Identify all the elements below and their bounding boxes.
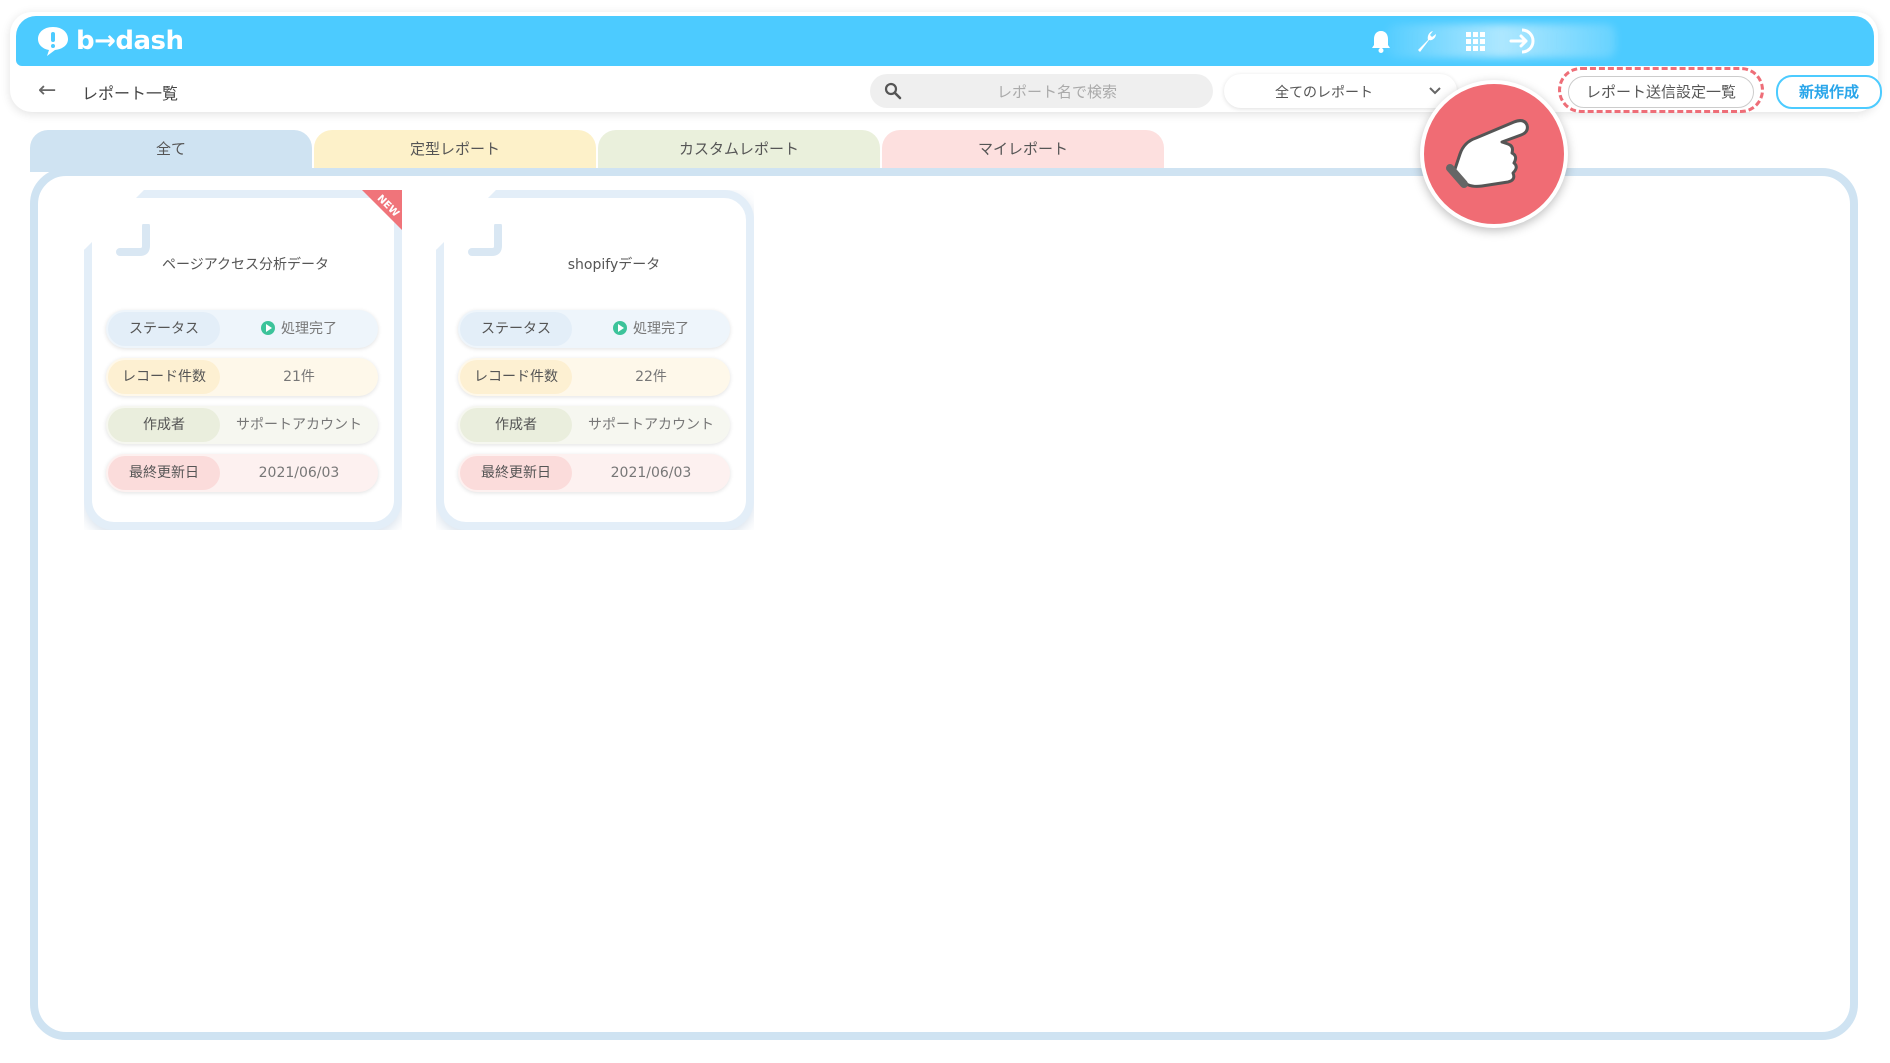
status-row: ステータス 処理完了: [458, 310, 730, 348]
grid-icon[interactable]: [1460, 26, 1490, 56]
card-title: ページアクセス分析データ: [162, 257, 330, 273]
new-badge: NEW: [352, 190, 402, 240]
bell-icon[interactable]: [1366, 26, 1396, 56]
record-count-row: レコード件数 22件: [458, 358, 730, 396]
author-label: 作成者: [108, 408, 220, 442]
highlight-ring: [1558, 67, 1764, 113]
record-count-label: レコード件数: [108, 360, 220, 394]
tab-all[interactable]: 全て: [30, 130, 312, 172]
status-label: ステータス: [108, 312, 220, 346]
report-filter-value: 全てのレポート: [1275, 85, 1373, 101]
status-row: ステータス 処理完了: [106, 310, 378, 348]
author-value: サポートアカウント: [588, 417, 714, 433]
tab-custom[interactable]: カスタムレポート: [598, 130, 880, 172]
document-corner-icon: [468, 224, 502, 256]
updated-row: 最終更新日 2021/06/03: [458, 454, 730, 492]
updated-label: 最終更新日: [108, 456, 220, 490]
tab-my-reports[interactable]: マイレポート: [882, 130, 1164, 172]
status-value: 処理完了: [576, 310, 726, 348]
author-value: サポートアカウント: [236, 417, 362, 433]
updated-value: 2021/06/03: [610, 465, 692, 481]
page-title: レポート一覧: [82, 84, 179, 103]
status-label: ステータス: [460, 312, 572, 346]
report-filter-select[interactable]: 全てのレポート: [1224, 74, 1457, 108]
logo-text: b→dash: [76, 26, 184, 56]
wrench-icon[interactable]: [1412, 26, 1442, 56]
author-row: 作成者 サポートアカウント: [458, 406, 730, 444]
search-box[interactable]: [870, 74, 1213, 110]
new-report-button[interactable]: 新規作成: [1776, 75, 1882, 109]
card-title: shopifyデータ: [567, 257, 661, 273]
logo[interactable]: b→dash: [36, 25, 184, 57]
record-count-row: レコード件数 21件: [106, 358, 378, 396]
record-count-value: 22件: [635, 369, 667, 385]
search-input[interactable]: [910, 74, 1204, 110]
report-card[interactable]: NEW ページアクセス分析データ ステータス 処理完了 レコード件数 21件 作…: [84, 190, 402, 530]
updated-label: 最終更新日: [460, 456, 572, 490]
sub-toolbar: ← レポート一覧 全てのレポート レポート送信設定一覧 新規作成: [16, 67, 1882, 113]
updated-value: 2021/06/03: [258, 465, 340, 481]
pointing-hand-icon: [1420, 80, 1568, 228]
status-value: 処理完了: [224, 310, 374, 348]
author-row: 作成者 サポートアカウント: [106, 406, 378, 444]
logout-icon[interactable]: [1508, 26, 1538, 56]
play-status-icon: [613, 321, 627, 335]
author-label: 作成者: [460, 408, 572, 442]
back-arrow-icon[interactable]: ←: [38, 78, 56, 103]
logo-icon: [38, 27, 68, 56]
document-corner-icon: [116, 224, 150, 256]
top-bar: b→dash: [16, 16, 1874, 66]
play-status-icon: [261, 321, 275, 335]
report-card[interactable]: shopifyデータ ステータス 処理完了 レコード件数 22件 作成者 サポー…: [436, 190, 754, 530]
updated-row: 最終更新日 2021/06/03: [106, 454, 378, 492]
search-icon: [884, 82, 902, 100]
record-count-value: 21件: [283, 369, 315, 385]
record-count-label: レコード件数: [460, 360, 572, 394]
tab-standard[interactable]: 定型レポート: [314, 130, 596, 172]
